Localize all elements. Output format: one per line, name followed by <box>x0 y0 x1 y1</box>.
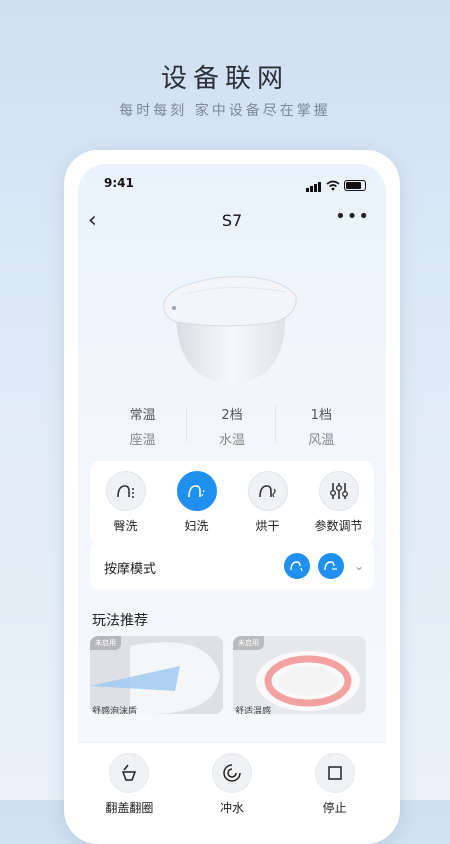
toilet-product-image <box>163 276 297 384</box>
status-stats: 常温 座温 2档 水温 1档 风温 <box>98 404 366 448</box>
stop-button[interactable]: 停止 <box>295 753 375 837</box>
bottom-control-bar: 翻盖翻圈 冲水 停止 <box>78 742 386 837</box>
lid-flip-icon <box>109 753 150 793</box>
card-title: 舒感泡沫盾 <box>92 707 138 714</box>
stat-label: 水温 <box>218 433 245 448</box>
recommend-title: 玩法推荐 <box>92 613 148 629</box>
massage-wave-icon[interactable] <box>283 553 310 579</box>
massage-mode-row[interactable]: 按摩模式 ⌄ <box>90 542 374 590</box>
stat-seat-temp: 常温 座温 <box>103 404 183 448</box>
stat-value: 2档 <box>221 408 243 423</box>
sliders-icon <box>318 471 359 511</box>
promo-subline: 每时每刻 家中设备尽在掌握 <box>119 103 331 119</box>
flush-button[interactable]: 冲水 <box>192 753 272 837</box>
stat-label: 座温 <box>129 433 156 448</box>
function-panel: 臀洗 妇洗 烘干 参数调节 <box>90 461 374 545</box>
card-title: 舒适温感 <box>235 707 272 714</box>
bottom-label: 翻盖翻圈 <box>105 801 154 815</box>
card-status-tag: 未启用 <box>233 636 264 650</box>
bottom-label: 冲水 <box>219 801 244 815</box>
rear-wash-icon <box>105 471 146 511</box>
chevron-down-icon[interactable]: ⌄ <box>354 559 364 573</box>
function-label: 参数调节 <box>314 519 363 533</box>
status-time: 9:41 <box>104 176 134 190</box>
stat-water-temp: 2档 水温 <box>185 404 272 448</box>
settings-adjust-button[interactable]: 参数调节 <box>306 471 372 545</box>
stat-label: 风温 <box>308 433 335 448</box>
battery-icon <box>344 179 366 191</box>
function-label: 臀洗 <box>113 519 138 533</box>
function-label: 妇洗 <box>184 519 209 533</box>
more-icon[interactable]: ••• <box>335 206 370 227</box>
phone-frame: 9:41 ‹ S7 ••• 常温 座温 2档 水温 1档 风温 臀洗 妇洗 烘干… <box>64 150 400 844</box>
function-label: 烘干 <box>255 519 280 533</box>
stat-value: 常温 <box>129 408 156 423</box>
wifi-icon <box>326 180 340 190</box>
feminine-wash-icon <box>176 471 217 511</box>
flush-icon <box>211 753 252 793</box>
recommend-card[interactable]: 未启用 舒感泡沫盾 <box>90 636 223 714</box>
app-screen: 9:41 ‹ S7 ••• 常温 座温 2档 水温 1档 风温 臀洗 妇洗 烘干… <box>78 164 386 837</box>
rear-wash-button[interactable]: 臀洗 <box>93 471 159 545</box>
massage-pulse-icon[interactable] <box>317 553 344 579</box>
recommend-card[interactable]: 未启用 舒适温感 <box>233 636 366 714</box>
dry-button[interactable]: 烘干 <box>235 471 301 545</box>
stop-icon <box>314 753 355 793</box>
stat-value: 1档 <box>310 408 332 423</box>
stat-air-temp: 1档 风温 <box>275 404 361 448</box>
promo-headline: 设备联网 <box>160 64 289 94</box>
massage-mode-label: 按摩模式 <box>104 562 157 577</box>
signal-icon <box>306 178 322 192</box>
recommend-cards: 未启用 舒感泡沫盾 未启用 舒适温感 <box>90 636 374 714</box>
card-status-tag: 未启用 <box>90 636 121 650</box>
lid-flip-button[interactable]: 翻盖翻圈 <box>89 753 169 837</box>
dry-icon <box>247 471 288 511</box>
feminine-wash-button[interactable]: 妇洗 <box>164 471 230 545</box>
status-bar: 9:41 <box>104 176 366 194</box>
bottom-label: 停止 <box>322 801 347 815</box>
nav-bar: ‹ S7 ••• <box>78 206 386 234</box>
